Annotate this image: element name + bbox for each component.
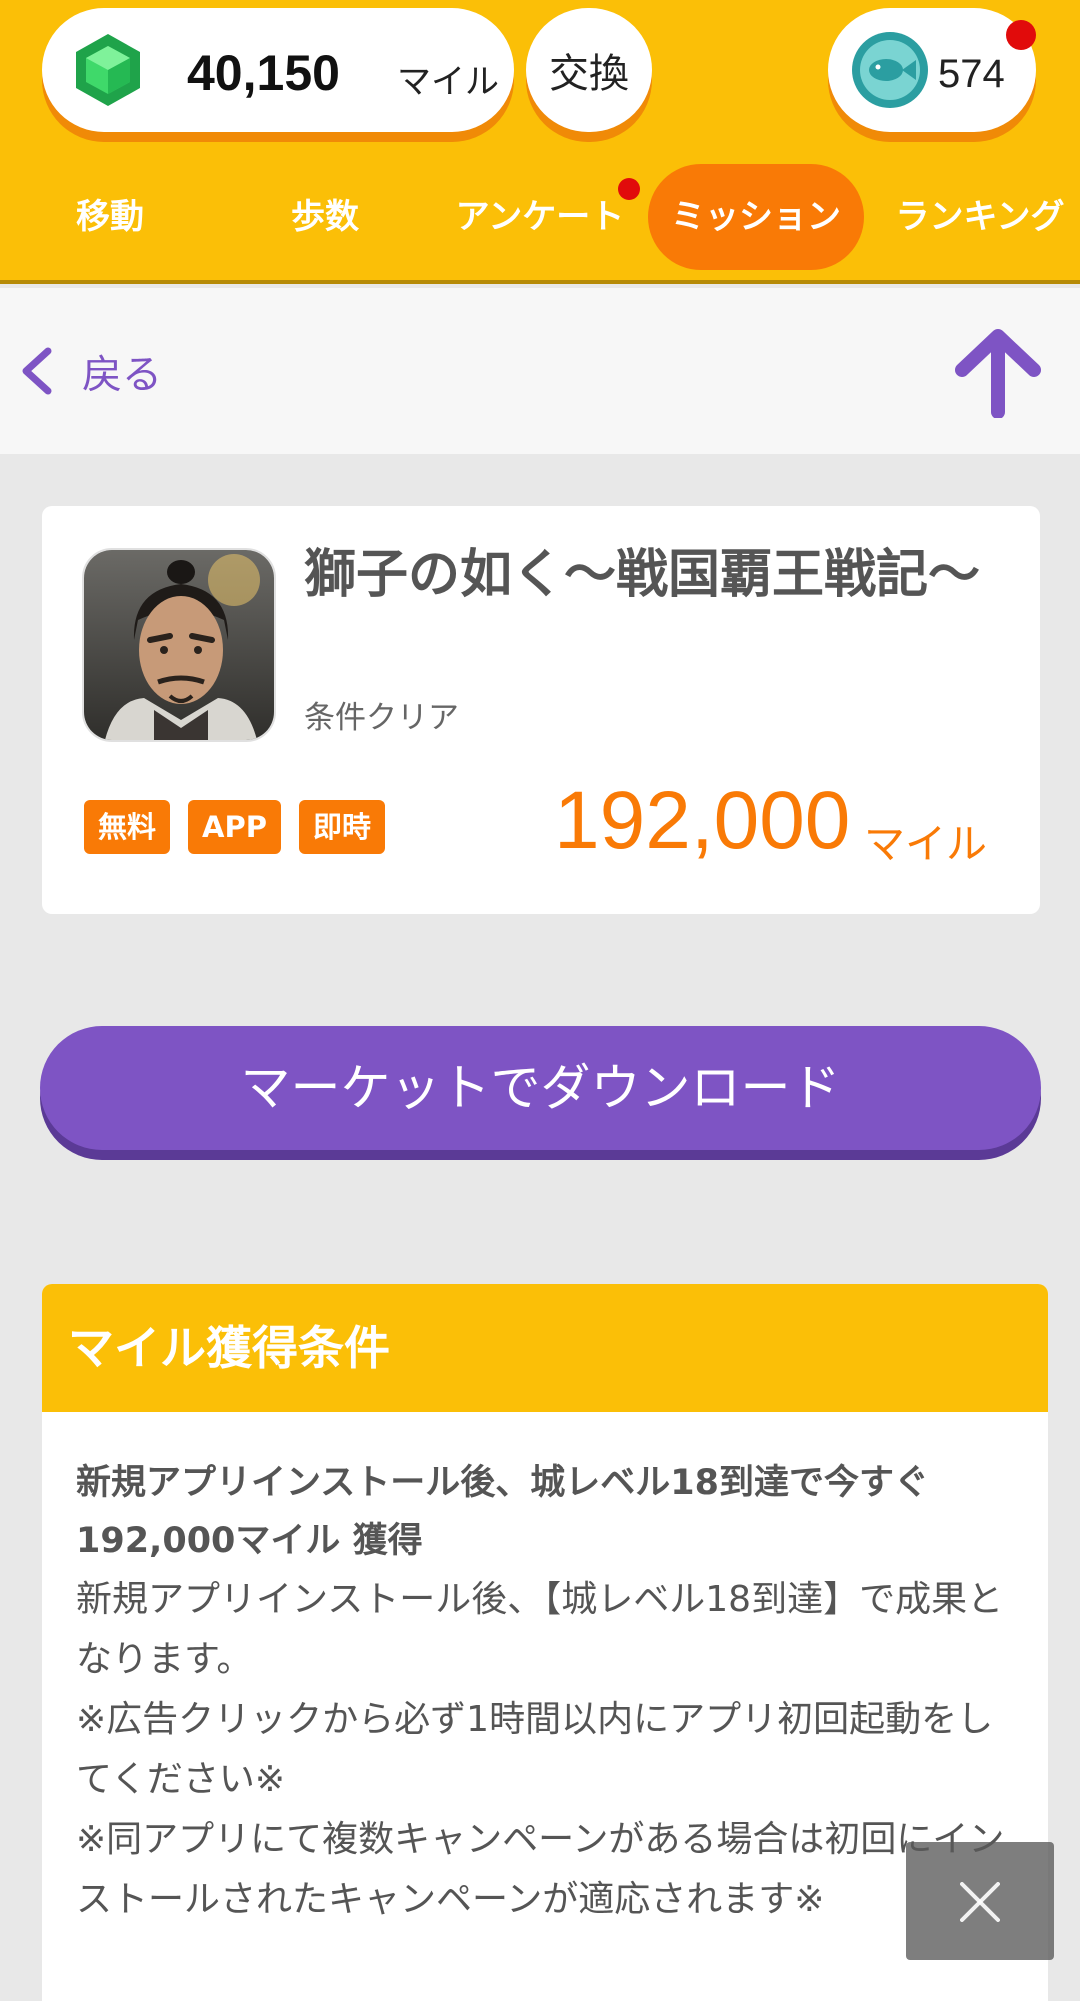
badge-free: 無料	[84, 800, 171, 854]
close-button[interactable]	[906, 1842, 1054, 1960]
exchange-label: 交換	[549, 51, 629, 97]
miles-value: 40,150	[187, 45, 340, 101]
offer-card: 獅子の如く～戦国覇王戦記～ 条件クリア 無料 APP 即時 192,000 マイ…	[42, 506, 1040, 914]
exchange-button[interactable]: 交換	[526, 8, 652, 132]
app-subtitle: 条件クリア	[304, 700, 459, 736]
tab-steps[interactable]: 歩数	[255, 164, 395, 270]
survey-notification-dot	[618, 178, 640, 200]
top-header: 40,150 マイル 交換 574 移動 歩数 アンケート ミッション ランキン…	[0, 0, 1080, 284]
chevron-left-icon	[22, 347, 52, 395]
tab-move[interactable]: 移動	[40, 164, 180, 270]
badge-app: APP	[188, 800, 281, 854]
fish-count: 574	[938, 52, 1005, 96]
tab-bar: 移動 歩数 アンケート ミッション ランキング	[0, 164, 1080, 270]
miles-balance[interactable]: 40,150 マイル	[42, 8, 514, 132]
tab-ranking[interactable]: ランキング	[880, 164, 1080, 270]
navigation-bar: 戻る	[0, 288, 1080, 454]
tab-mission[interactable]: ミッション	[648, 164, 864, 270]
fish-coin-icon	[852, 32, 928, 108]
app-icon	[82, 548, 276, 742]
reward-unit: マイル	[864, 820, 987, 868]
badge-instant: 即時	[298, 800, 385, 854]
badge-list: 無料 APP 即時	[84, 800, 403, 854]
back-label: 戻る	[82, 352, 162, 398]
conditions-summary: 新規アプリインストール後、城レベル18到達で今すぐ 192,000マイル 獲得	[76, 1463, 930, 1561]
conditions-body: 新規アプリインストール後、城レベル18到達で今すぐ 192,000マイル 獲得 …	[42, 1412, 1048, 1930]
green-gem-icon	[76, 34, 140, 106]
download-button[interactable]: マーケットでダウンロード	[40, 1026, 1041, 1150]
conditions-heading: マイル獲得条件	[42, 1284, 1048, 1412]
tab-survey[interactable]: アンケート	[440, 164, 640, 270]
back-button[interactable]: 戻る	[18, 336, 162, 406]
close-icon	[960, 1882, 1000, 1922]
warlord-portrait-icon	[84, 550, 274, 740]
miles-unit: マイル	[397, 62, 499, 102]
notification-dot	[1006, 20, 1036, 50]
reward-value: 192,000	[554, 775, 851, 866]
app-title: 獅子の如く～戦国覇王戦記～	[304, 545, 981, 605]
arrow-up-icon[interactable]	[954, 326, 1042, 418]
fish-balance[interactable]: 574	[828, 8, 1036, 132]
conditions-text: 新規アプリインストール後、【城レベル18到達】で成果となります。 ※広告クリック…	[76, 1579, 1005, 1920]
conditions-section: マイル獲得条件 新規アプリインストール後、城レベル18到達で今すぐ 192,00…	[42, 1284, 1048, 2001]
